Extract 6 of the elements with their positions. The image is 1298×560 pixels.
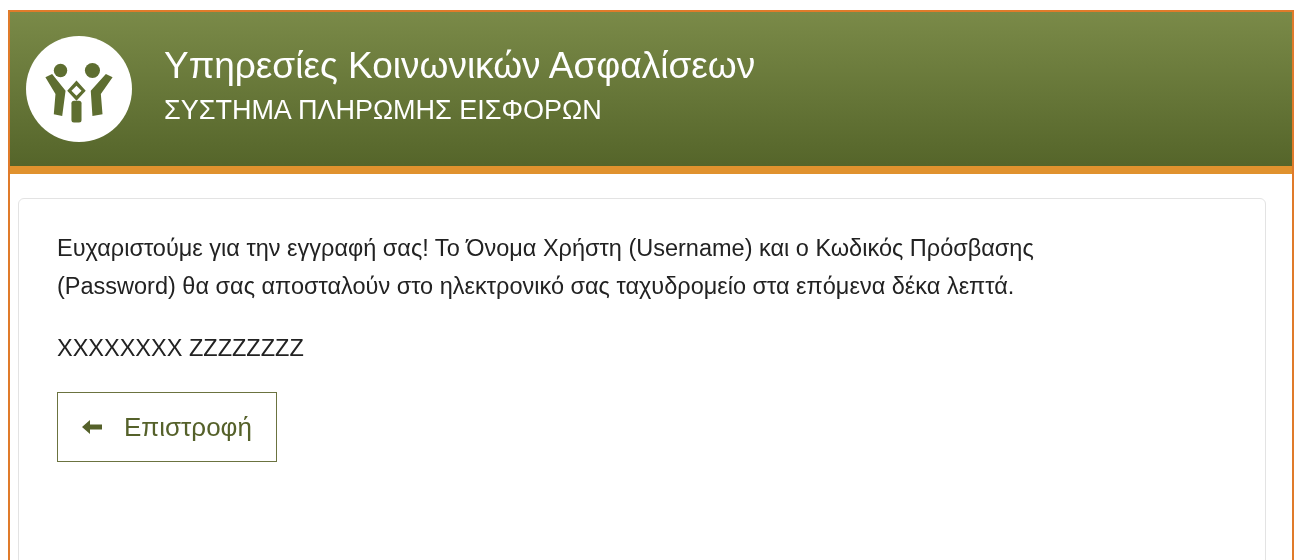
back-button[interactable]: Επιστροφή (57, 392, 277, 462)
arrow-left-icon (82, 420, 102, 434)
site-title: Υπηρεσίες Κοινωνικών Ασφαλίσεων (164, 44, 756, 87)
confirmation-message: Ευχαριστούμε για την εγγραφή σας! Το Όνομα Χρήστη (Username) και ο Κωδικός Πρόσβασης (Password) θα σας αποσταλούν στο ηλεκτρονικό σας ταχυδρομείο στα επόμενα δέκα λεπτά. (57, 234, 1035, 301)
site-subtitle: ΣΥΣΤΗΜΑ ΠΛΗΡΩΜΗΣ ΕΙΣΦΟΡΩΝ (164, 94, 603, 126)
user-name: XXXXXXXX ZZZZZZZZ (57, 335, 305, 362)
